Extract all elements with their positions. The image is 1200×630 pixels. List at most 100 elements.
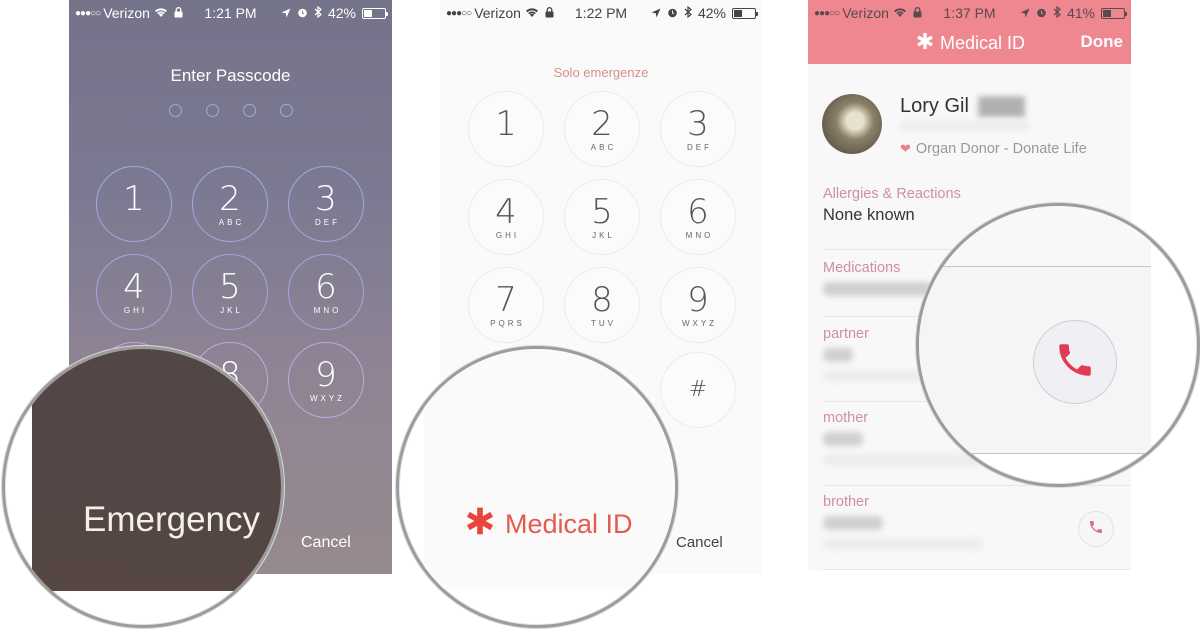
signal-strength-icon: ●●●○○: [446, 7, 472, 19]
redacted-birthdate: [900, 121, 1030, 131]
battery-fill: [364, 9, 373, 17]
done-button[interactable]: Done: [1081, 32, 1124, 52]
cancel-button[interactable]: Cancel: [301, 534, 351, 552]
clock: 1:37 PM: [943, 5, 996, 21]
battery-icon: [1101, 7, 1127, 19]
passcode-dots: [69, 104, 392, 117]
passcode-dot: [205, 104, 219, 117]
bluetooth-icon: [1053, 5, 1061, 21]
dialer-key-6[interactable]: 6 MNO: [660, 179, 736, 255]
passcode-dot: [279, 104, 293, 117]
magnified-lock-area: [32, 349, 281, 591]
nav-bar: ●●●○○ Verizon 1:37 PM 41% Medical ID Don…: [808, 0, 1131, 64]
location-icon: [1020, 5, 1030, 21]
wifi-icon: [525, 5, 539, 21]
redacted-text: ▇▇▇: [978, 95, 1025, 117]
wifi-icon: [154, 5, 168, 21]
key-letters: DEF: [315, 218, 340, 227]
key-letters: GHI: [495, 231, 520, 240]
passcode-key-1[interactable]: 1: [96, 166, 172, 242]
medical-asterisk-icon: [465, 506, 495, 543]
dialer-key-5[interactable]: 5 JKL: [564, 179, 640, 255]
organ-donor-status: ❤ Organ Donor - Donate Life: [900, 141, 1087, 157]
signal-strength-icon: ●●●○○: [75, 7, 101, 19]
key-letters: ABC: [218, 218, 245, 227]
key-number: 5: [219, 267, 241, 307]
passcode-key-5[interactable]: 5 JKL: [192, 254, 268, 330]
redacted-value: [823, 282, 933, 296]
magnifier-emergency: Emergency: [2, 346, 284, 628]
key-letters: DEF: [687, 143, 712, 152]
organ-donor-text: Organ Donor - Donate Life: [915, 141, 1087, 157]
key-number: 4: [495, 192, 517, 232]
dialer-key-7[interactable]: 7 PQRS: [468, 267, 544, 343]
emergency-button[interactable]: Emergency: [83, 500, 260, 540]
status-bar: ●●●○○ Verizon 1:22 PM 42%: [446, 4, 758, 22]
avatar: [822, 94, 882, 154]
key-letters: PQRS: [490, 319, 525, 328]
owner-name: Lory Gil ▇▇▇: [900, 93, 1025, 118]
redacted-contact-number: [823, 454, 983, 466]
location-icon: [281, 5, 291, 21]
magnifier-call-button: [916, 203, 1200, 487]
medical-id-button[interactable]: Medical ID: [465, 506, 633, 543]
medical-asterisk-icon: [916, 32, 934, 55]
nav-title: Medical ID: [916, 32, 1025, 55]
dialer-key-8[interactable]: 8 TUV: [564, 267, 640, 343]
battery-icon: [362, 7, 388, 19]
battery-percent: 42%: [697, 5, 726, 21]
key-number: 2: [591, 104, 613, 144]
lock-icon: [913, 5, 922, 21]
dialer-key-9[interactable]: 9 WXYZ: [660, 267, 736, 343]
carrier-name: Verizon: [842, 5, 889, 21]
dialer-key-2[interactable]: 2 ABC: [564, 91, 640, 167]
clock: 1:21 PM: [204, 5, 257, 21]
nav-title-text: Medical ID: [940, 33, 1026, 53]
cancel-button[interactable]: Cancel: [676, 534, 723, 551]
lock-icon: [174, 5, 183, 21]
battery-fill: [734, 9, 743, 17]
wifi-icon: [893, 5, 907, 21]
passcode-key-4[interactable]: 4 GHI: [96, 254, 172, 330]
key-number: #: [688, 377, 708, 402]
magnified-dialer-area: [424, 349, 675, 589]
key-number: 5: [591, 192, 613, 232]
key-letters: WXYZ: [309, 394, 346, 403]
alarm-icon: [297, 5, 308, 21]
enter-passcode-title: Enter Passcode: [170, 66, 291, 85]
dialer-key-4[interactable]: 4 GHI: [468, 179, 544, 255]
passcode-key-6[interactable]: 6 MNO: [288, 254, 364, 330]
passcode-key-3[interactable]: 3 DEF: [288, 166, 364, 242]
status-bar: ●●●○○ Verizon 1:21 PM 42%: [75, 4, 388, 22]
passcode-key-9[interactable]: 9 WXYZ: [288, 342, 364, 418]
key-letters: WXYZ: [681, 319, 718, 328]
battery-icon: [732, 7, 758, 19]
passcode-dot: [242, 104, 256, 117]
key-number: 1: [495, 104, 517, 144]
key-number: 6: [687, 192, 709, 232]
key-number: 8: [591, 280, 613, 320]
emergency-only-label: Solo emergenze: [553, 65, 649, 80]
redacted-contact-name: [823, 348, 853, 362]
medical-id-label: Medical ID: [505, 509, 633, 539]
lock-icon: [545, 5, 554, 21]
contact-relationship: brother: [823, 494, 869, 510]
status-bar: ●●●○○ Verizon 1:37 PM 41%: [814, 4, 1127, 22]
owner-name-text: Lory Gil: [900, 95, 969, 117]
phone-icon: [1088, 519, 1104, 540]
passcode-key-2[interactable]: 2 ABC: [192, 166, 268, 242]
call-partner-button[interactable]: [1033, 320, 1117, 404]
clock: 1:22 PM: [574, 5, 628, 21]
key-letters: JKL: [592, 231, 615, 240]
key-letters: JKL: [220, 306, 243, 315]
alarm-icon: [667, 5, 678, 21]
key-number: 4: [123, 267, 145, 307]
bluetooth-icon: [684, 5, 692, 21]
call-brother-button[interactable]: [1078, 511, 1114, 547]
passcode-dot: [168, 104, 182, 117]
dialer-key-1[interactable]: 1: [468, 91, 544, 167]
redacted-contact-name: [823, 516, 883, 530]
dialer-key-3[interactable]: 3 DEF: [660, 91, 736, 167]
key-letters: GHI: [123, 306, 148, 315]
battery-percent: 41%: [1066, 5, 1095, 21]
